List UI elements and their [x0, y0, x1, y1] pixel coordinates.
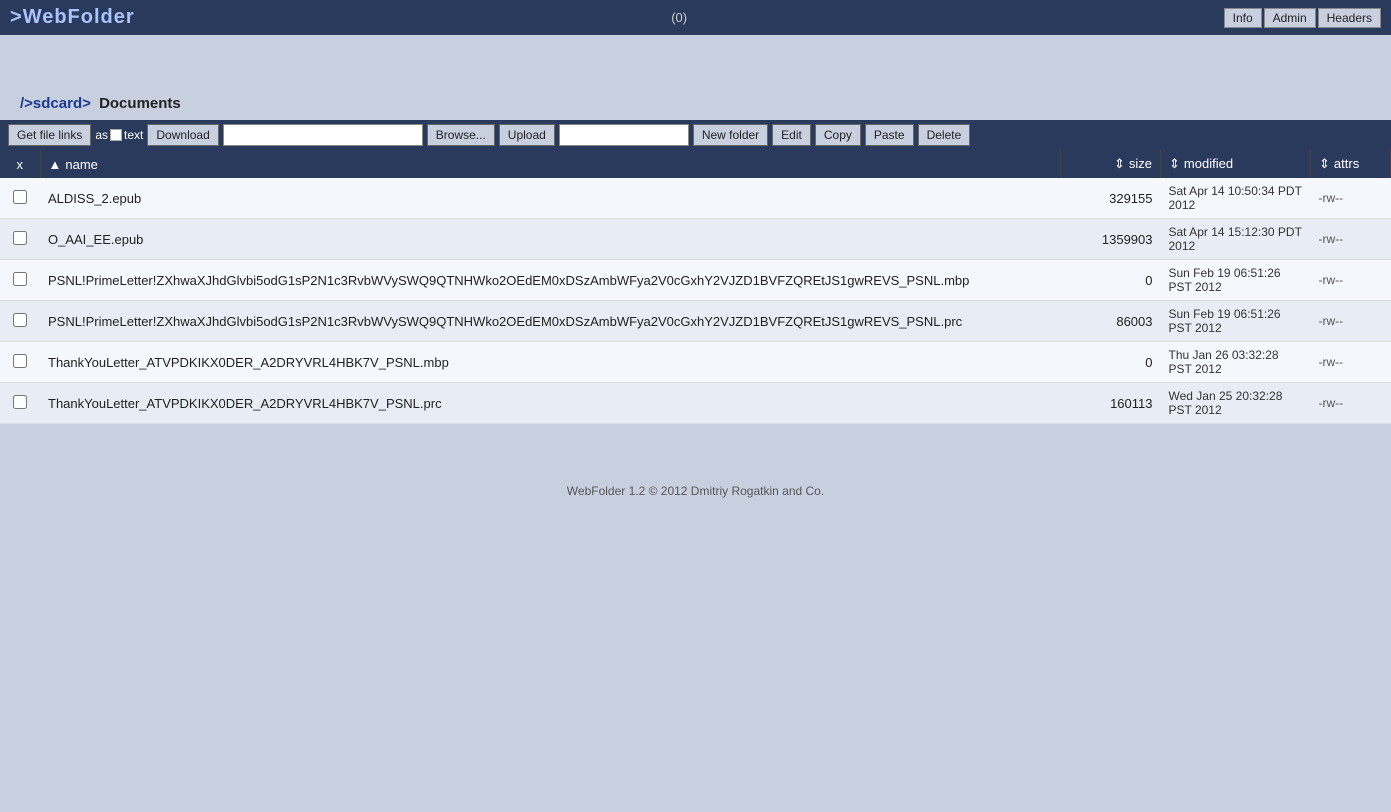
row-modified: Wed Jan 25 20:32:28 PST 2012 — [1161, 383, 1311, 424]
table-row: PSNL!PrimeLetter!ZXhwaXJhdGlvbi5odG1sP2N… — [0, 260, 1391, 301]
col-header-x: x — [0, 150, 40, 178]
paste-button[interactable]: Paste — [865, 124, 914, 146]
row-size: 1359903 — [1061, 219, 1161, 260]
row-modified: Sun Feb 19 06:51:26 PST 2012 — [1161, 301, 1311, 342]
row-attrs: -rw-- — [1311, 383, 1391, 424]
copy-button[interactable]: Copy — [815, 124, 861, 146]
col-header-name[interactable]: ▲name — [40, 150, 1061, 178]
row-size: 86003 — [1061, 301, 1161, 342]
row-filename[interactable]: ALDISS_2.epub — [40, 178, 1061, 219]
app-logo: >WebFolder — [10, 6, 135, 29]
row-attrs: -rw-- — [1311, 260, 1391, 301]
row-size: 160113 — [1061, 383, 1161, 424]
attrs-sort-icon: ⇕ — [1319, 156, 1330, 171]
text-label: text — [124, 128, 143, 142]
row-checkbox[interactable] — [13, 395, 27, 409]
header-nav: Info Admin Headers — [1224, 8, 1381, 28]
size-sort-icon: ⇕ — [1114, 156, 1125, 171]
info-button[interactable]: Info — [1224, 8, 1262, 28]
row-attrs: -rw-- — [1311, 219, 1391, 260]
row-filename[interactable]: O_AAI_EE.epub — [40, 219, 1061, 260]
row-modified: Sat Apr 14 15:12:30 PDT 2012 — [1161, 219, 1311, 260]
row-checkbox[interactable] — [13, 231, 27, 245]
headers-button[interactable]: Headers — [1318, 8, 1381, 28]
row-modified: Sun Feb 19 06:51:26 PST 2012 — [1161, 260, 1311, 301]
row-checkbox-cell — [0, 260, 40, 301]
toolbar: Get file links as text Download Browse..… — [0, 120, 1391, 150]
table-row: O_AAI_EE.epub1359903Sat Apr 14 15:12:30 … — [0, 219, 1391, 260]
name-sort-icon: ▲ — [49, 157, 62, 172]
browse-button[interactable]: Browse... — [427, 124, 495, 146]
col-header-attrs[interactable]: ⇕attrs — [1311, 150, 1391, 178]
row-filename[interactable]: ThankYouLetter_ATVPDKIKX0DER_A2DRYVRL4HB… — [40, 342, 1061, 383]
admin-button[interactable]: Admin — [1264, 8, 1316, 28]
file-tbody: ALDISS_2.epub329155Sat Apr 14 10:50:34 P… — [0, 178, 1391, 424]
row-attrs: -rw-- — [1311, 178, 1391, 219]
logo-bracket: > — [10, 6, 23, 28]
edit-button[interactable]: Edit — [772, 124, 811, 146]
as-text-group: as text — [95, 128, 143, 142]
header-center: (0) — [671, 10, 687, 25]
as-label: as — [95, 128, 108, 142]
row-size: 329155 — [1061, 178, 1161, 219]
footer-text: WebFolder 1.2 © 2012 Dmitriy Rogatkin an… — [567, 484, 824, 498]
upload-file-input[interactable] — [223, 124, 423, 146]
row-checkbox-cell — [0, 219, 40, 260]
name-input[interactable] — [559, 124, 689, 146]
upload-button[interactable]: Upload — [499, 124, 555, 146]
breadcrumb-path[interactable]: />sdcard> — [20, 95, 91, 112]
get-file-links-button[interactable]: Get file links — [8, 124, 91, 146]
col-header-modified[interactable]: ⇕modified — [1161, 150, 1311, 178]
row-attrs: -rw-- — [1311, 301, 1391, 342]
row-filename[interactable]: PSNL!PrimeLetter!ZXhwaXJhdGlvbi5odG1sP2N… — [40, 260, 1061, 301]
download-button[interactable]: Download — [147, 124, 218, 146]
table-row: ThankYouLetter_ATVPDKIKX0DER_A2DRYVRL4HB… — [0, 342, 1391, 383]
row-modified: Thu Jan 26 03:32:28 PST 2012 — [1161, 342, 1311, 383]
table-row: ALDISS_2.epub329155Sat Apr 14 10:50:34 P… — [0, 178, 1391, 219]
table-row: PSNL!PrimeLetter!ZXhwaXJhdGlvbi5odG1sP2N… — [0, 301, 1391, 342]
text-checkbox[interactable] — [110, 129, 122, 141]
row-modified: Sat Apr 14 10:50:34 PDT 2012 — [1161, 178, 1311, 219]
row-attrs: -rw-- — [1311, 342, 1391, 383]
delete-button[interactable]: Delete — [918, 124, 971, 146]
header: >WebFolder (0) Info Admin Headers — [0, 0, 1391, 35]
new-folder-button[interactable]: New folder — [693, 124, 768, 146]
row-checkbox-cell — [0, 342, 40, 383]
row-checkbox-cell — [0, 383, 40, 424]
row-size: 0 — [1061, 342, 1161, 383]
modified-sort-icon: ⇕ — [1169, 156, 1180, 171]
breadcrumb: />sdcard> Documents — [0, 35, 1391, 120]
row-checkbox-cell — [0, 178, 40, 219]
table-row: ThankYouLetter_ATVPDKIKX0DER_A2DRYVRL4HB… — [0, 383, 1391, 424]
table-header-row: x ▲name ⇕size ⇕modified ⇕attrs — [0, 150, 1391, 178]
file-table: x ▲name ⇕size ⇕modified ⇕attrs ALDISS_2.… — [0, 150, 1391, 424]
footer: WebFolder 1.2 © 2012 Dmitriy Rogatkin an… — [0, 464, 1391, 518]
row-filename[interactable]: PSNL!PrimeLetter!ZXhwaXJhdGlvbi5odG1sP2N… — [40, 301, 1061, 342]
row-checkbox[interactable] — [13, 354, 27, 368]
row-checkbox[interactable] — [13, 190, 27, 204]
row-filename[interactable]: ThankYouLetter_ATVPDKIKX0DER_A2DRYVRL4HB… — [40, 383, 1061, 424]
row-checkbox[interactable] — [13, 313, 27, 327]
row-checkbox-cell — [0, 301, 40, 342]
row-size: 0 — [1061, 260, 1161, 301]
col-header-size[interactable]: ⇕size — [1061, 150, 1161, 178]
row-checkbox[interactable] — [13, 272, 27, 286]
breadcrumb-folder: Documents — [99, 95, 181, 112]
file-table-area: x ▲name ⇕size ⇕modified ⇕attrs ALDISS_2.… — [0, 150, 1391, 424]
logo-text: WebFolder — [23, 6, 135, 28]
